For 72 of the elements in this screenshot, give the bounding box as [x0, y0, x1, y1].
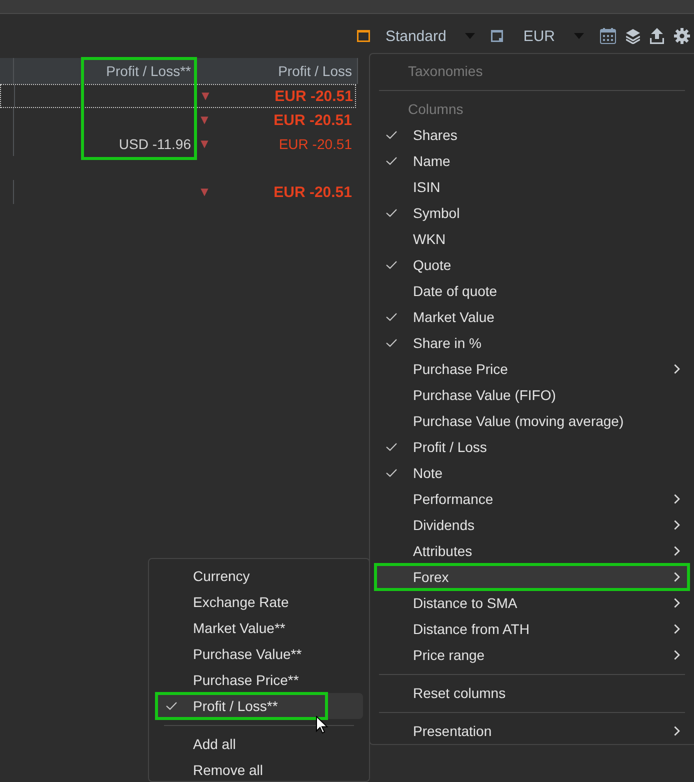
check-icon — [386, 209, 397, 217]
menu-item[interactable]: ISIN — [375, 174, 689, 200]
menu-item[interactable]: Purchase Price — [375, 356, 689, 382]
check-icon — [386, 261, 397, 269]
menu-item[interactable]: Currency — [155, 563, 363, 589]
menu-item[interactable]: Name — [375, 148, 689, 174]
window-icon[interactable] — [357, 30, 370, 42]
menu-item[interactable]: Forex — [375, 564, 689, 590]
chevron-right-icon — [674, 494, 680, 504]
menu-item[interactable]: Exchange Rate — [155, 589, 363, 615]
menu-item[interactable]: Purchase Price** — [155, 667, 363, 693]
window-icon[interactable] — [491, 30, 504, 42]
menu-item[interactable]: Profit / Loss — [375, 434, 689, 460]
menu-item[interactable]: Purchase Value (FIFO) — [375, 382, 689, 408]
menu-item[interactable]: Symbol — [375, 200, 689, 226]
menu-item[interactable]: Profit / Loss** — [155, 693, 363, 719]
menu-item[interactable]: Reset columns — [375, 680, 689, 706]
menu-item[interactable]: Share in % — [375, 330, 689, 356]
menu-item[interactable]: Distance from ATH — [375, 616, 689, 642]
menu-item[interactable]: Presentation — [375, 718, 689, 744]
menu-item[interactable]: Market Value** — [155, 615, 363, 641]
chevron-right-icon — [674, 726, 680, 736]
down-marker: ▼ — [200, 138, 208, 150]
chevron-right-icon — [674, 364, 680, 374]
currency-label[interactable]: EUR — [523, 28, 555, 44]
table-cell: EUR -20.51 — [274, 184, 352, 200]
menu-item[interactable]: Attributes — [375, 538, 689, 564]
check-icon — [386, 443, 397, 451]
chevron-right-icon — [674, 572, 680, 582]
down-marker: ▼ — [202, 90, 210, 102]
menu-item[interactable]: Market Value — [375, 304, 689, 330]
chevron-right-icon — [674, 650, 680, 660]
menu-item[interactable]: Note — [375, 460, 689, 486]
column-header[interactable]: Profit / Loss — [213, 63, 358, 79]
check-icon — [386, 313, 397, 321]
check-icon — [386, 131, 397, 139]
check-icon — [386, 339, 397, 347]
menu-item[interactable]: Date of quote — [375, 278, 689, 304]
table-row[interactable]: USD -11.96 ▼ EUR -20.51 — [0, 132, 356, 156]
menu-item[interactable]: Add all — [155, 731, 363, 757]
calendar-icon[interactable] — [600, 28, 616, 44]
check-icon — [386, 157, 397, 165]
menu-item[interactable]: Shares — [375, 122, 689, 148]
mouse-cursor-icon — [316, 716, 328, 734]
menu-item[interactable]: WKN — [375, 226, 689, 252]
view-label[interactable]: Standard — [385, 28, 446, 44]
settings-icon[interactable] — [674, 28, 690, 44]
down-marker: ▼ — [200, 114, 208, 126]
chevron-right-icon — [674, 598, 680, 608]
chevron-right-icon — [674, 624, 680, 634]
menu-item[interactable]: Dividends — [375, 512, 689, 538]
chevron-right-icon — [674, 546, 680, 556]
down-marker: ▼ — [200, 186, 208, 198]
chevron-right-icon — [674, 520, 680, 530]
menu-heading: Taxonomies — [408, 63, 483, 79]
layers-icon[interactable] — [626, 28, 640, 44]
menu-heading: Columns — [408, 101, 464, 117]
menu-item[interactable]: Purchase Value (moving average) — [375, 408, 689, 434]
table-cell: EUR -20.51 — [274, 88, 353, 104]
menu-item[interactable]: Purchase Value** — [155, 641, 363, 667]
menu-item[interactable]: Performance — [375, 486, 689, 512]
column-header[interactable]: Profit / Loss** — [14, 63, 196, 79]
table-cell: EUR -20.51 — [278, 136, 352, 152]
table-cell: EUR -20.51 — [274, 112, 352, 128]
upload-icon[interactable] — [650, 28, 664, 44]
check-icon — [386, 469, 397, 477]
menu-item[interactable]: Price range — [375, 642, 689, 668]
table-cell: USD -11.96 — [118, 136, 191, 152]
menu-item[interactable]: Distance to SMA — [375, 590, 689, 616]
menu-item[interactable]: Quote — [375, 252, 689, 278]
menu-item[interactable]: Remove all — [155, 757, 363, 782]
check-icon — [166, 702, 177, 710]
